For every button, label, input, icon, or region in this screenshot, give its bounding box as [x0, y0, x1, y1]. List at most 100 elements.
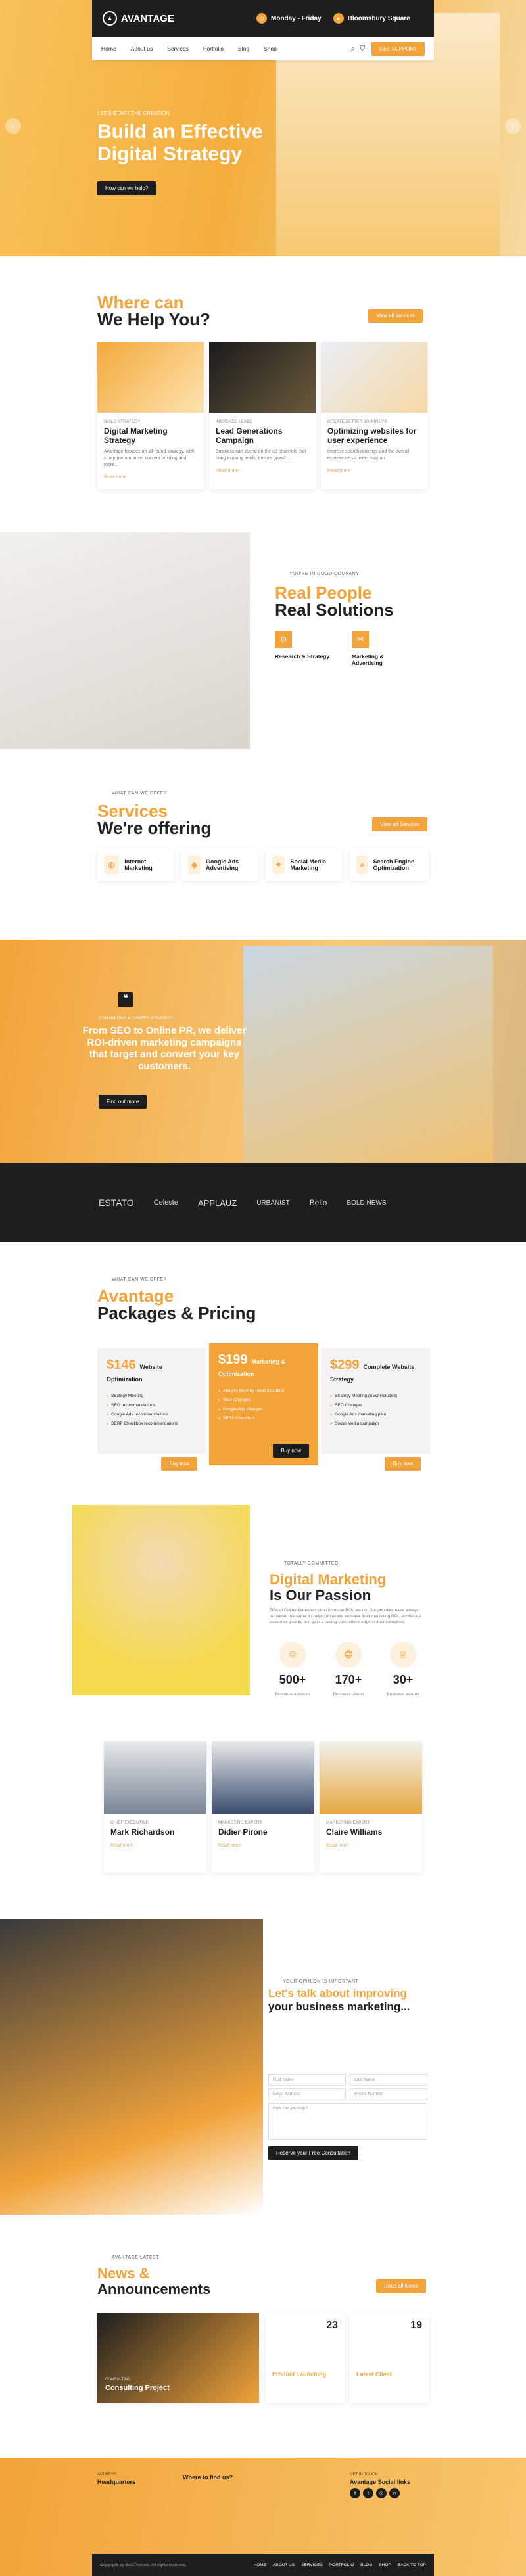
linkedin-icon[interactable]: in: [389, 2488, 400, 2498]
footer-link[interactable]: ABOUT US: [273, 2563, 295, 2567]
view-all-services-button[interactable]: View all services: [368, 309, 423, 323]
footer-social: GET IN TOUCH Avantage Social links f t ◎ …: [350, 2472, 410, 2498]
footer-link[interactable]: SHOP: [379, 2563, 391, 2567]
phone-field[interactable]: Phone Number: [350, 2088, 427, 2100]
partner-logo: BOLD NEWS: [347, 1199, 387, 1207]
news-section: AVANTAGE LATEST News & Announcements Rea…: [0, 2221, 526, 2458]
quote-section: ❝ CONSULTING & CAREER STRATEGY From SEO …: [0, 940, 526, 1163]
hours-info: ◷ Monday - Friday: [256, 13, 322, 24]
partner-logo: ESTATO: [99, 1197, 134, 1208]
message-field[interactable]: How can we help?: [268, 2103, 427, 2140]
partner-logo: APPLAUZ: [197, 1197, 237, 1208]
pricing-title-1: Avantage: [97, 1286, 174, 1306]
award-icon: ♕: [390, 1642, 416, 1668]
team-card[interactable]: MARKETING EXPERT Claire Williams Read more: [320, 1741, 422, 1873]
read-more-link[interactable]: Read more: [326, 1843, 416, 1848]
partner-logo: Celeste: [153, 1199, 178, 1207]
service-card[interactable]: BUILD STRATEGY Digital Marketing Strategy…: [97, 342, 204, 489]
footer: Copyright by BoldThemes. All rights rese…: [0, 2458, 526, 2576]
news-card[interactable]: 19 Latest Client: [350, 2313, 429, 2403]
pin-icon: ●: [333, 13, 344, 24]
team-photo: [320, 1741, 422, 1814]
card-image: [97, 342, 204, 413]
footer-bar: Copyright by BoldThemes. All rights rese…: [92, 2554, 434, 2576]
service-chip[interactable]: ◎ Internet Marketing: [97, 849, 174, 881]
footer-map: Where to find us?: [183, 2474, 233, 2481]
service-chip[interactable]: ✦ Social Media Marketing: [266, 849, 342, 881]
last-name-field[interactable]: Last Name: [350, 2074, 427, 2086]
footer-link[interactable]: SERVICES: [301, 2563, 323, 2567]
nav-about[interactable]: About us: [131, 45, 153, 52]
nav-blog[interactable]: Blog: [238, 45, 249, 52]
service-card[interactable]: CREATE BETTER JOURNEYS Optimizing website…: [321, 342, 427, 489]
nav-home[interactable]: Home: [101, 45, 116, 52]
hero-section: ▲ AVANTAGE ◷ Monday - Friday ● Bloomsbury S…: [0, 0, 526, 256]
search-icon[interactable]: ⌕: [351, 45, 355, 53]
social-icon: ✦: [272, 856, 285, 874]
services-section: WHAT CAN WE OFFER Services We're offerin…: [0, 789, 526, 940]
clock-icon: ◷: [256, 13, 267, 24]
team-card[interactable]: MARKETING EXPERT Didier Pirone Read more: [212, 1741, 314, 1873]
pricing-card-featured: $199Marketing & Optimization Analytic Me…: [209, 1343, 318, 1465]
team-card[interactable]: CHIEF EXECUTIVE Mark Richardson Read more: [104, 1741, 206, 1873]
hero-help-button[interactable]: How can we help?: [97, 181, 156, 195]
seo-icon: ⌕: [356, 856, 368, 874]
read-more-link[interactable]: Read more: [216, 469, 309, 473]
view-all-services-button-2[interactable]: View all Services: [372, 817, 428, 831]
instagram-icon[interactable]: ◎: [376, 2488, 387, 2498]
find-out-more-button[interactable]: Find out more: [99, 1095, 147, 1109]
news-card[interactable]: 23 Product Launching: [266, 2313, 345, 2403]
facebook-icon[interactable]: f: [350, 2488, 360, 2498]
footer-link[interactable]: BACK TO TOP: [398, 2563, 426, 2567]
portrait-photo: [72, 1505, 250, 1695]
quote-text: From SEO to Online PR, we deliver ROI-dr…: [82, 1025, 247, 1072]
real-people-section: YOU'RE IN GOOD COMPANY Real People Real …: [0, 532, 526, 789]
passion-title-2: Is Our Passion: [270, 1587, 371, 1603]
get-support-button[interactable]: GET SUPPORT: [371, 41, 425, 56]
next-arrow-icon[interactable]: ›: [505, 118, 521, 134]
globe-icon: ◎: [104, 856, 120, 874]
email-field[interactable]: Email Address: [268, 2088, 346, 2100]
read-more-link[interactable]: Read more: [110, 1843, 200, 1848]
passion-section: TOTALLY COMMITTED Digital Marketing Is O…: [0, 1465, 526, 1748]
ads-icon: ◈: [188, 856, 201, 874]
nav-shop[interactable]: Shop: [264, 45, 277, 52]
twitter-icon[interactable]: t: [363, 2488, 373, 2498]
nav-portfolio[interactable]: Portfolio: [203, 45, 224, 52]
stat-awards: ♕ 30+ Business awards: [380, 1642, 426, 1699]
main-nav: Home About us Services Portfolio Blog Sh…: [92, 37, 434, 60]
buy-now-button[interactable]: Buy now: [273, 1444, 309, 1458]
service-chip[interactable]: ◈ Google Ads Advertising: [181, 849, 258, 881]
footer-link[interactable]: HOME: [253, 2563, 266, 2567]
team-photo: [212, 1741, 314, 1814]
read-more-link[interactable]: Read more: [104, 475, 197, 480]
megaphone-icon: ✉: [352, 631, 369, 648]
footer-link[interactable]: BLOG: [360, 2563, 372, 2567]
news-card[interactable]: CONSULTING Consulting Project: [97, 2313, 259, 2403]
cart-icon[interactable]: ⛉: [360, 45, 365, 53]
team-photo: [104, 1741, 206, 1814]
prev-arrow-icon[interactable]: ‹: [5, 118, 21, 134]
reserve-consultation-button[interactable]: Reserve your Free Consultation: [268, 2146, 358, 2160]
card-image: [209, 342, 316, 413]
advisor-icon: ☺: [279, 1642, 306, 1668]
top-bar: ▲ AVANTAGE ◷ Monday - Friday ● Bloomsbury S…: [92, 0, 434, 37]
first-name-field[interactable]: First Name: [268, 2074, 346, 2086]
nav-services[interactable]: Services: [167, 45, 189, 52]
help-title-1: Where can: [97, 292, 184, 312]
footer-link[interactable]: PORTFOLIO: [329, 2563, 354, 2567]
help-title-2: We Help You?: [97, 310, 210, 329]
footer-address: ADDRESS Headquarters: [97, 2473, 136, 2485]
read-all-news-button[interactable]: Read all News: [376, 2279, 426, 2293]
logo-strip: ESTATO Celeste APPLAUZ URBANIST Bello BO…: [0, 1163, 526, 1242]
read-more-link[interactable]: Read more: [218, 1843, 308, 1848]
logo[interactable]: ▲ AVANTAGE: [92, 11, 256, 26]
help-section: Where can We Help You? View all services…: [0, 256, 526, 532]
read-more-link[interactable]: Read more: [327, 469, 421, 473]
client-icon: ❂: [335, 1642, 362, 1668]
real-title-2: Real Solutions: [275, 600, 394, 620]
service-chip[interactable]: ⌕ Search Engine Optimization: [350, 849, 429, 881]
hero-title: Build an Effective Digital Strategy: [97, 121, 263, 165]
pricing-title-2: Packages & Pricing: [97, 1303, 256, 1323]
service-card[interactable]: INCREASE LEADS Lead Generations Campaign B…: [209, 342, 316, 489]
